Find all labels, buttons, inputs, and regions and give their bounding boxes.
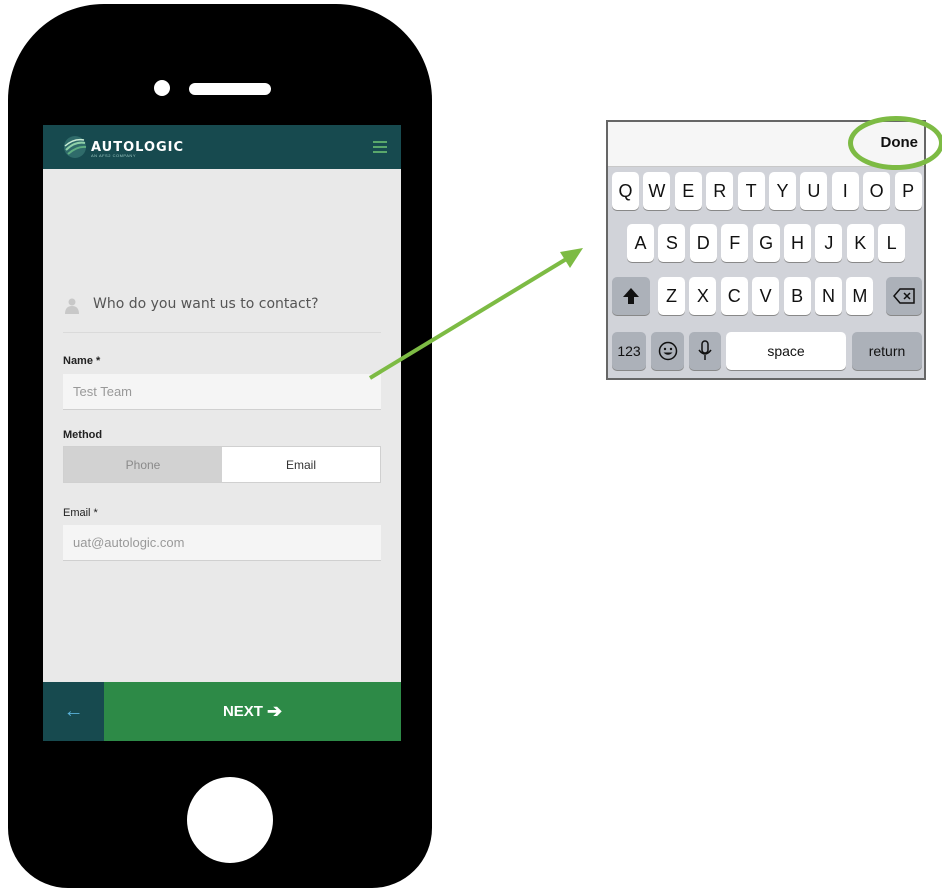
key-b[interactable]: B bbox=[783, 277, 811, 315]
dictation-key[interactable] bbox=[689, 332, 721, 370]
key-l[interactable]: L bbox=[878, 224, 906, 262]
key-o[interactable]: O bbox=[863, 172, 891, 210]
delete-key[interactable] bbox=[886, 277, 922, 315]
microphone-icon bbox=[698, 340, 712, 360]
key-q[interactable]: Q bbox=[612, 172, 639, 210]
key-a[interactable]: A bbox=[627, 224, 654, 262]
key-j[interactable]: J bbox=[815, 224, 843, 262]
key-k[interactable]: K bbox=[846, 224, 874, 262]
backspace-icon bbox=[893, 288, 915, 304]
emoji-key[interactable] bbox=[651, 332, 684, 370]
done-button[interactable]: Done bbox=[881, 134, 919, 151]
key-d[interactable]: D bbox=[689, 224, 717, 262]
key-z[interactable]: Z bbox=[658, 277, 685, 315]
key-e[interactable]: E bbox=[674, 172, 702, 210]
key-x[interactable]: X bbox=[689, 277, 717, 315]
key-u[interactable]: U bbox=[800, 172, 828, 210]
return-key[interactable]: return bbox=[852, 332, 922, 370]
shift-icon bbox=[623, 288, 639, 304]
keyboard-accessory-bar: Done bbox=[608, 122, 924, 167]
shift-key[interactable] bbox=[612, 277, 650, 315]
numbers-key[interactable]: 123 bbox=[612, 332, 646, 370]
key-t[interactable]: T bbox=[737, 172, 765, 210]
key-s[interactable]: S bbox=[658, 224, 686, 262]
key-n[interactable]: N bbox=[815, 277, 842, 315]
key-v[interactable]: V bbox=[752, 277, 780, 315]
space-key[interactable]: space bbox=[726, 332, 846, 370]
emoji-icon bbox=[658, 341, 677, 361]
key-y[interactable]: Y bbox=[769, 172, 796, 210]
key-w[interactable]: W bbox=[643, 172, 671, 210]
key-p[interactable]: P bbox=[894, 172, 922, 210]
key-r[interactable]: R bbox=[706, 172, 734, 210]
key-h[interactable]: H bbox=[784, 224, 811, 262]
key-c[interactable]: C bbox=[720, 277, 748, 315]
key-i[interactable]: I bbox=[831, 172, 859, 210]
ios-keyboard: Done 123 space return QWERTYUIOP ASDFGHJK… bbox=[606, 116, 942, 380]
key-m[interactable]: M bbox=[846, 277, 874, 315]
key-f[interactable]: F bbox=[721, 224, 749, 262]
key-g[interactable]: G bbox=[752, 224, 780, 262]
